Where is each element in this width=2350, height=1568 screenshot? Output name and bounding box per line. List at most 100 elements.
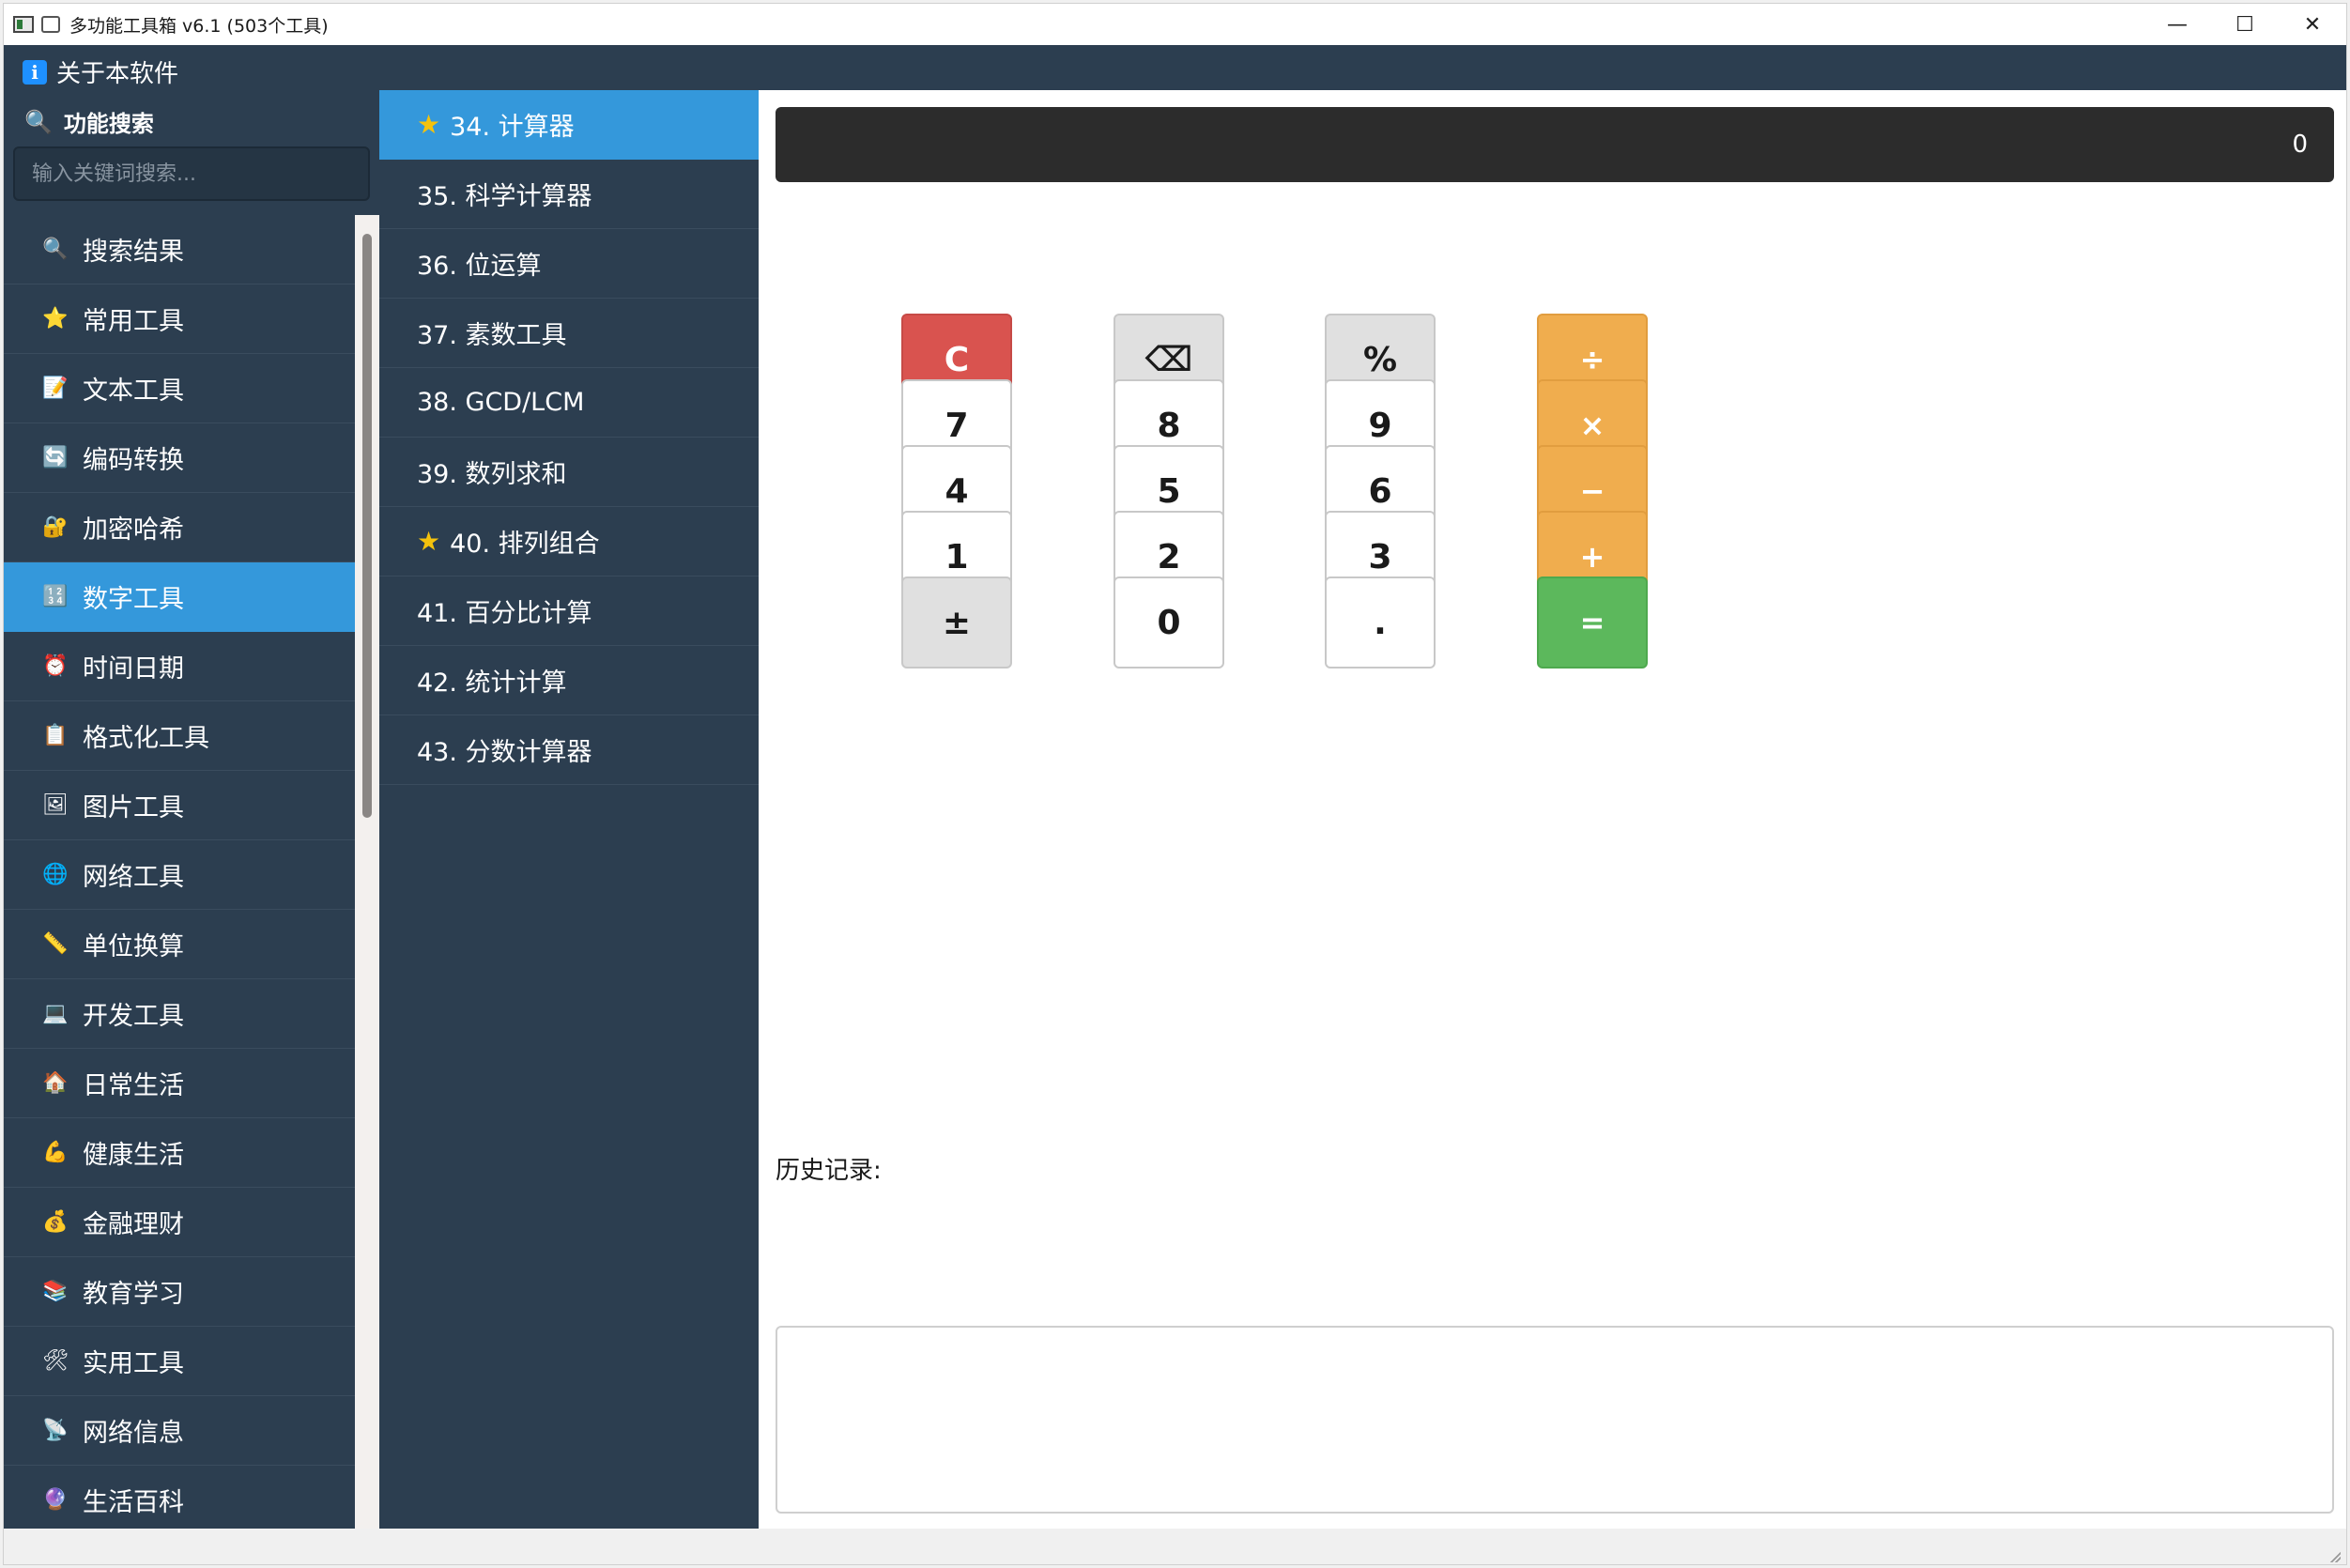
decimal-button[interactable]: . [1325, 576, 1436, 669]
app-icon [13, 16, 34, 33]
history-label: 历史记录: [776, 1157, 882, 1185]
laptop-icon: 💻 [42, 1002, 69, 1025]
house-icon: 🏠 [42, 1071, 69, 1095]
sidebar-item-3[interactable]: 🔄 编码转换 [4, 423, 355, 493]
sidebar-item-label: 文本工具 [83, 377, 184, 406]
muscle-icon: 💪 [42, 1141, 69, 1164]
tool-item-9[interactable]: 43. 分数计算器 [379, 715, 759, 785]
globe-icon: 🌐 [42, 863, 69, 886]
sidebar-scrollbar[interactable] [355, 215, 379, 1529]
maximize-button[interactable]: ☐ [2211, 4, 2279, 45]
sidebar-item-8[interactable]: 🖼 图片工具 [4, 771, 355, 840]
resize-grip-icon[interactable] [2327, 1549, 2341, 1562]
tool-item-1[interactable]: 35. 科学计算器 [379, 160, 759, 229]
toolbox-icon [41, 16, 60, 33]
sidebar-item-15[interactable]: 📚 教育学习 [4, 1257, 355, 1327]
title-bar: 多功能工具箱 v6.1 (503个工具) — ☐ ✕ [4, 4, 2346, 45]
search-input[interactable] [13, 146, 370, 201]
sidebar-item-5[interactable]: 🔢 数字工具 [4, 562, 355, 632]
sidebar-item-12[interactable]: 🏠 日常生活 [4, 1049, 355, 1118]
minimize-button[interactable]: — [2143, 4, 2211, 45]
tool-item-label: 35. 科学计算器 [417, 182, 592, 211]
category-sidebar: 🔍 功能搜索 🔍 搜索结果 ⭐ 常用工具 📝 文本工具 🔄 编码转换 🔐 加密哈希 🔢 数字工具 ⏰ 时间… [4, 90, 379, 1535]
window-controls: — ☐ ✕ [2143, 4, 2346, 45]
books-icon: 📚 [42, 1280, 69, 1303]
about-label: 关于本软件 [56, 60, 179, 88]
sidebar-item-10[interactable]: 📏 单位换算 [4, 910, 355, 979]
search-label-text: 功能搜索 [63, 111, 154, 137]
tool-item-6[interactable]: ★ 40. 排列组合 [379, 507, 759, 576]
window-title: 多功能工具箱 v6.1 (503个工具) [69, 15, 329, 37]
tool-item-7[interactable]: 41. 百分比计算 [379, 576, 759, 646]
sidebar-item-label: 加密哈希 [83, 515, 184, 545]
ruler-icon: 📏 [42, 932, 69, 956]
sidebar-item-label: 时间日期 [83, 654, 184, 684]
tool-item-label: 36. 位运算 [417, 252, 542, 281]
tool-item-3[interactable]: 37. 素数工具 [379, 299, 759, 368]
sidebar-item-18[interactable]: 🔮 生活百科 [4, 1466, 355, 1535]
sidebar-item-16[interactable]: 🛠 实用工具 [4, 1327, 355, 1396]
sidebar-item-17[interactable]: 📡 网络信息 [4, 1396, 355, 1466]
tool-item-label: 39. 数列求和 [417, 460, 567, 489]
tool-item-0[interactable]: ★ 34. 计算器 [379, 90, 759, 160]
sidebar-item-label: 网络工具 [83, 863, 184, 892]
sidebar-item-label: 格式化工具 [83, 724, 209, 753]
alarm-icon: ⏰ [42, 654, 69, 678]
sidebar-item-label: 生活百科 [83, 1488, 184, 1517]
sidebar-item-label: 金融理财 [83, 1210, 184, 1239]
about-menu-item[interactable]: i 关于本软件 [23, 54, 178, 89]
sidebar-item-13[interactable]: 💪 健康生活 [4, 1118, 355, 1188]
sidebar-item-9[interactable]: 🌐 网络工具 [4, 840, 355, 910]
tool-item-5[interactable]: 39. 数列求和 [379, 438, 759, 507]
satellite-icon: 📡 [42, 1419, 69, 1442]
sidebar-item-0[interactable]: 🔍 搜索结果 [4, 215, 355, 284]
tool-item-label: 37. 素数工具 [417, 321, 567, 350]
sidebar-item-14[interactable]: 💰 金融理财 [4, 1188, 355, 1257]
star-icon: ★ [417, 526, 441, 557]
star-icon: ⭐ [42, 307, 69, 331]
tool-item-8[interactable]: 42. 统计计算 [379, 646, 759, 715]
close-button[interactable]: ✕ [2279, 4, 2346, 45]
sidebar-item-2[interactable]: 📝 文本工具 [4, 354, 355, 423]
sidebar-item-11[interactable]: 💻 开发工具 [4, 979, 355, 1049]
tool-list: ★ 34. 计算器 35. 科学计算器 36. 位运算 37. 素数工具 38. GCD/… [379, 90, 759, 1529]
sidebar-item-label: 搜索结果 [83, 238, 184, 267]
sidebar-item-label: 单位换算 [83, 932, 184, 961]
sidebar-item-1[interactable]: ⭐ 常用工具 [4, 284, 355, 354]
history-textarea[interactable] [776, 1326, 2334, 1514]
sidebar-item-4[interactable]: 🔐 加密哈希 [4, 493, 355, 562]
info-icon: i [23, 59, 47, 85]
tool-item-label: 41. 百分比计算 [417, 599, 592, 628]
status-bar [4, 1529, 2346, 1564]
tool-item-label: 34. 计算器 [450, 113, 575, 142]
tool-item-label: 40. 排列组合 [450, 530, 600, 559]
clipboard-icon: 📋 [42, 724, 69, 747]
sidebar-item-6[interactable]: ⏰ 时间日期 [4, 632, 355, 701]
scrollbar-thumb[interactable] [362, 234, 372, 818]
tool-item-label: 43. 分数计算器 [417, 738, 592, 767]
star-icon: ★ [417, 109, 441, 140]
sidebar-item-label: 教育学习 [83, 1280, 184, 1309]
tool-item-4[interactable]: 38. GCD/LCM [379, 368, 759, 438]
calculator-display: 0 [776, 107, 2334, 182]
equals-button[interactable]: = [1537, 576, 1648, 669]
memo-icon: 📝 [42, 377, 69, 400]
sidebar-item-label: 数字工具 [83, 585, 184, 614]
search-section-label: 🔍 功能搜索 [24, 105, 154, 138]
tool-item-label: 38. GCD/LCM [417, 388, 585, 417]
sidebar-item-label: 常用工具 [83, 307, 184, 336]
sidebar-item-7[interactable]: 📋 格式化工具 [4, 701, 355, 771]
search-icon: 🔍 [42, 238, 69, 261]
sidebar-item-label: 健康生活 [83, 1141, 184, 1170]
digit-0-button[interactable]: 0 [1114, 576, 1224, 669]
tools-icon: 🛠 [42, 1349, 69, 1373]
refresh-icon: 🔄 [42, 446, 69, 469]
numbers-icon: 🔢 [42, 585, 69, 608]
sidebar-item-label: 网络信息 [83, 1419, 184, 1448]
sidebar-item-label: 开发工具 [83, 1002, 184, 1031]
negate-button[interactable]: ± [901, 576, 1012, 669]
picture-icon: 🖼 [42, 793, 69, 817]
tool-item-2[interactable]: 36. 位运算 [379, 229, 759, 299]
sidebar-item-label: 图片工具 [83, 793, 184, 822]
search-icon: 🔍 [24, 108, 53, 135]
